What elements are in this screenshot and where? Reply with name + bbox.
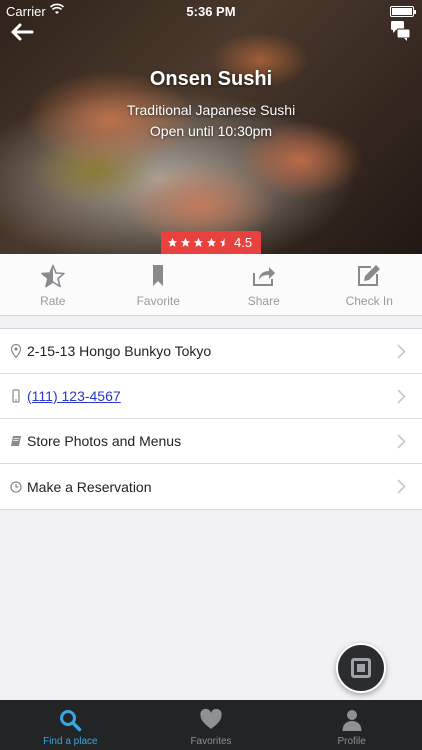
star-icon: [167, 237, 178, 247]
tab-favorites-label: Favorites: [190, 736, 232, 747]
rating-stars: [167, 237, 230, 248]
person-icon: [342, 710, 362, 731]
check-in-label: Check In: [345, 294, 393, 308]
star-icon: [206, 237, 217, 247]
phone-row[interactable]: (111) 123-4567: [0, 374, 422, 419]
book-icon: [11, 436, 21, 446]
battery-icon: [390, 6, 416, 17]
rate-button[interactable]: Rate: [0, 254, 106, 315]
tab-profile[interactable]: Profile: [281, 700, 422, 750]
rating-badge: 4.5: [161, 231, 261, 254]
star-icon: [180, 237, 191, 247]
tab-find-a-place-label: Find a place: [43, 736, 98, 747]
rating-value: 4.5: [234, 235, 253, 250]
phone-icon: [12, 389, 20, 403]
place-detail-screen: Carrier 5:36 PM Onsen Sushi Traditional …: [0, 0, 422, 750]
check-in-button[interactable]: Check In: [317, 254, 422, 315]
reservation-label: Make a Reservation: [27, 478, 152, 495]
favorite-label: Favorite: [136, 294, 180, 308]
place-subtitle: Traditional Japanese Sushi: [126, 102, 296, 118]
photos-menus-row[interactable]: Store Photos and Menus: [0, 419, 422, 464]
location-pin-icon: [10, 344, 22, 358]
chat-bubbles-icon[interactable]: [390, 20, 412, 42]
phone-number-link[interactable]: (111) 123-4567: [27, 388, 121, 404]
details-list: 2-15-13 Hongo Bunkyo Tokyo (111) 123-456…: [0, 328, 422, 510]
star-icon: [193, 237, 204, 247]
reservation-row[interactable]: Make a Reservation: [0, 464, 422, 509]
heart-icon: [200, 708, 222, 729]
half-star-icon: [219, 237, 225, 247]
status-time: 5:36 PM: [186, 4, 236, 19]
star-outline-icon: [40, 264, 65, 288]
chevron-right-icon: [397, 344, 406, 359]
search-icon: [60, 710, 82, 732]
status-bar: Carrier 5:36 PM: [0, 0, 422, 22]
edit-icon: [358, 265, 381, 286]
back-arrow-icon[interactable]: [10, 22, 34, 42]
share-icon: [252, 267, 275, 286]
share-label: Share: [247, 294, 280, 308]
share-button[interactable]: Share: [211, 254, 317, 315]
chevron-right-icon: [397, 479, 406, 494]
clock-icon: [10, 480, 22, 493]
action-bar: Rate Favorite Share Check In: [0, 254, 422, 316]
floating-stop-button[interactable]: [336, 643, 386, 693]
bookmark-icon: [153, 265, 164, 286]
chevron-right-icon: [397, 389, 406, 404]
place-hours: Open until 10:30pm: [149, 123, 273, 139]
tab-find-a-place[interactable]: Find a place: [0, 700, 141, 750]
tab-bar: Find a place Favorites Profile: [0, 700, 422, 750]
rate-label: Rate: [40, 294, 66, 308]
tab-profile-label: Profile: [337, 736, 366, 747]
address-row[interactable]: 2-15-13 Hongo Bunkyo Tokyo: [0, 329, 422, 374]
photos-menus-label: Store Photos and Menus: [27, 433, 182, 449]
stop-icon: [351, 658, 371, 678]
favorite-button[interactable]: Favorite: [106, 254, 212, 315]
chevron-right-icon: [397, 434, 406, 449]
place-name: Onsen Sushi: [149, 68, 273, 90]
address-label: 2-15-13 Hongo Bunkyo Tokyo: [27, 343, 212, 359]
tab-favorites[interactable]: Favorites: [141, 700, 282, 750]
